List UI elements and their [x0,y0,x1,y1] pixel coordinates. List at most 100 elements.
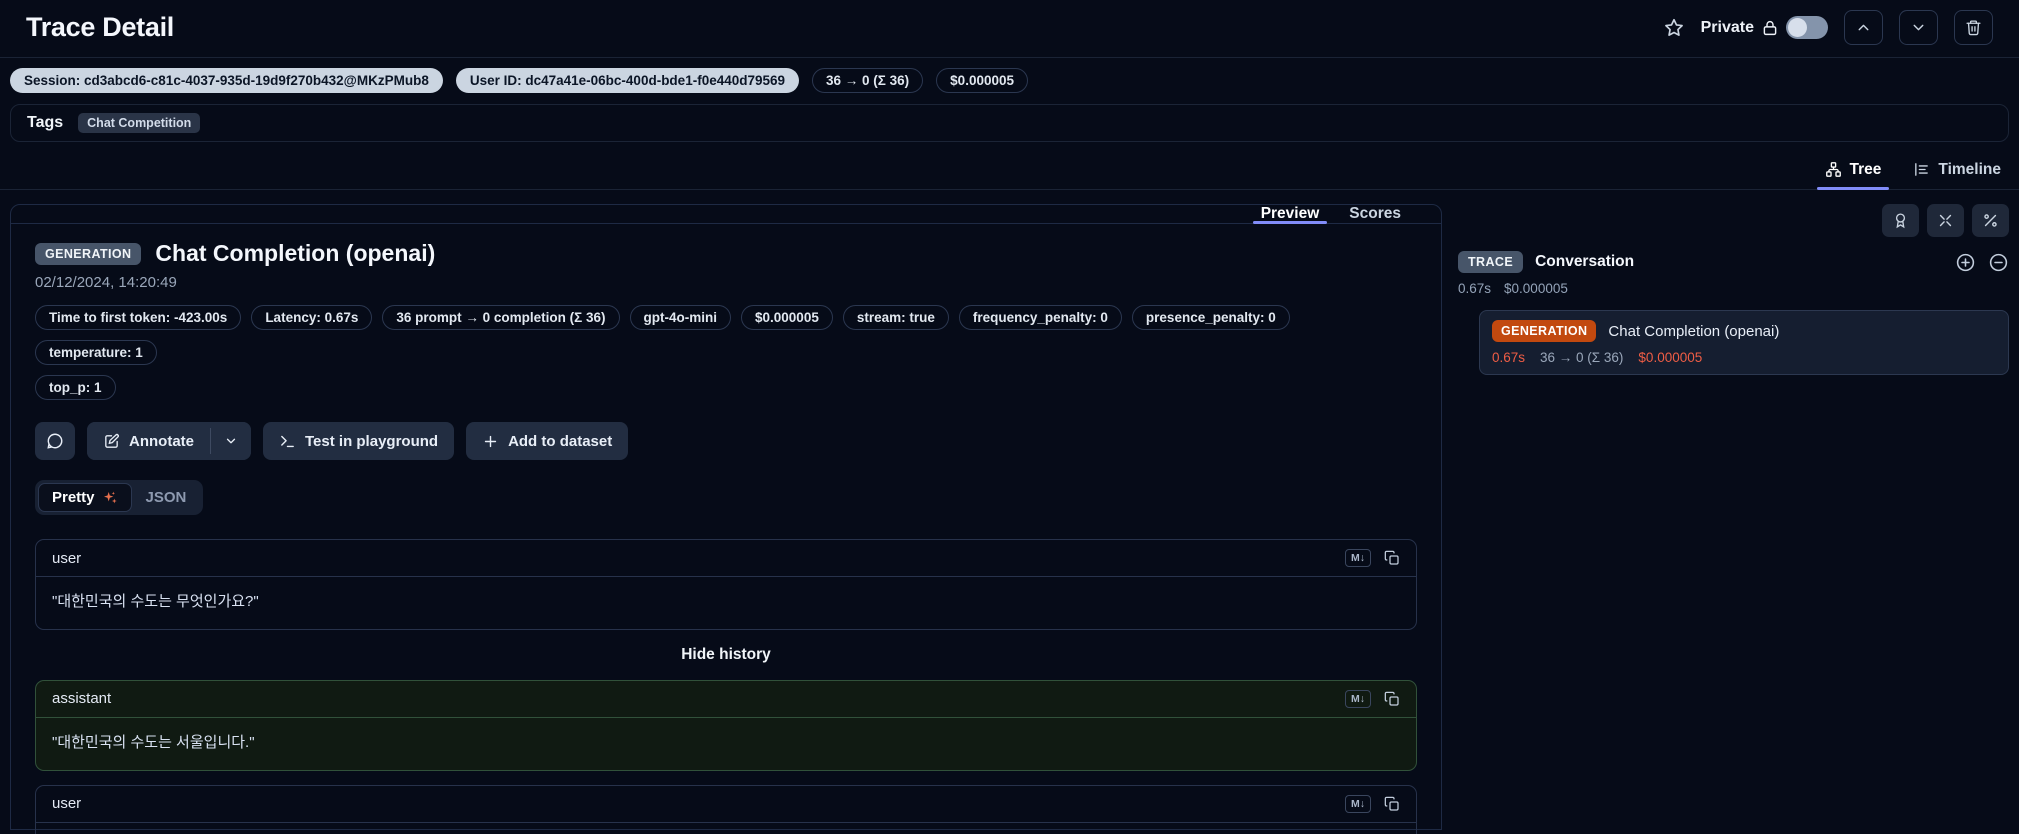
bookmark-star-icon[interactable] [1663,17,1685,39]
trace-root-row[interactable]: TRACE Conversation [1458,251,2009,273]
message-user-2: user M↓ "감사합니다 " [35,784,1417,834]
message-role: user [52,795,82,812]
comment-button[interactable] [35,422,75,460]
message-content: "대한민국의 수도는 무엇인가요?" [52,593,259,610]
annotate-label: Annotate [129,432,194,450]
collapse-all-icon-button[interactable] [1927,204,1964,237]
message-tools: M↓ [1345,689,1400,708]
format-json-button[interactable]: JSON [132,483,201,512]
trace-id-row: Session: cd3abcd6-c81c-4037-935d-19d9f27… [0,58,2019,102]
model-badge: gpt-4o-mini [629,305,732,330]
privacy-toggle[interactable] [1786,16,1828,39]
markdown-toggle-button[interactable]: M↓ [1345,794,1371,813]
hide-history-toggle[interactable]: Hide history [35,646,1417,664]
annotate-dropdown-button[interactable] [211,422,251,460]
latency-badge: Latency: 0.67s [251,305,373,330]
plus-icon [482,433,499,450]
copy-icon[interactable] [1384,691,1400,707]
observation-card: Preview Scores GENERATION Chat Completio… [10,204,1442,834]
scores-award-icon-button[interactable] [1882,204,1919,237]
trace-metrics: 0.67s $0.000005 [1458,281,2009,296]
copy-icon[interactable] [1384,796,1400,812]
sparkles-icon [102,490,118,506]
prompt-completion-badge: 36 prompt → 0 completion (Σ 36) [382,305,620,330]
message-header: assistant M↓ [36,681,1416,718]
token-usage-badge: 36 → 0 (Σ 36) [812,68,924,93]
format-pretty-button[interactable]: Pretty [38,483,132,512]
tags-bar: Tags Chat Competition [10,104,2009,142]
header-actions: Private [1663,10,1993,45]
expand-all-icon[interactable] [1955,252,1976,273]
tag-chat-competition[interactable]: Chat Competition [78,113,201,133]
message-content: "대한민국의 수도는 서울입니다." [52,733,255,751]
next-trace-button[interactable] [1899,10,1938,45]
format-json-label: JSON [145,489,187,506]
message-header: user M↓ [36,540,1416,577]
observation-actions: Annotate Test in playground Add to datas… [35,422,1417,460]
message-role: user [52,549,82,567]
collapse-icon[interactable] [1988,252,2009,273]
trace-cost: $0.000005 [1504,281,1568,296]
preview-scores-tabs: Preview Scores [11,205,1441,224]
message-gap [35,771,1417,785]
page-header: Trace Detail Private [0,0,2019,57]
test-in-playground-label: Test in playground [305,432,439,450]
tags-label: Tags [27,114,64,131]
observation-body: GENERATION Chat Completion (openai) 02/1… [11,224,1441,834]
annotate-button[interactable]: Annotate [87,422,210,460]
add-to-dataset-label: Add to dataset [508,432,613,450]
time-to-first-token-badge: Time to first token: -423.00s [35,305,242,330]
page-title: Trace Detail [26,12,174,42]
add-to-dataset-button[interactable]: Add to dataset [466,422,629,460]
observation-timestamp: 02/12/2024, 14:20:49 [35,274,177,291]
user-id-badge[interactable]: User ID: dc47a41e-06bc-400d-bde1-f0e440d… [455,68,800,93]
markdown-toggle-button[interactable]: M↓ [1345,689,1371,708]
test-in-playground-button[interactable]: Test in playground [263,422,455,460]
trace-latency: 0.67s [1458,281,1492,296]
tab-scores-label: Scores [1349,205,1401,222]
terminal-icon [279,433,296,450]
trace-type-badge: TRACE [1458,251,1524,273]
format-pretty-label: Pretty [52,489,95,506]
copy-icon[interactable] [1384,550,1400,566]
message-user-1: user M↓ "대한민국의 수도는 무엇인가요?" [35,539,1417,630]
markdown-toggle-button[interactable]: M↓ [1345,549,1371,567]
trace-title: Conversation [1535,253,1635,270]
meta-badges-row-2: top_p: 1 [35,375,1417,400]
generation-item-metrics: 0.67s 36 → 0 (Σ 36) $0.000005 [1492,350,1996,365]
tab-timeline[interactable]: Timeline [1911,150,2003,189]
generation-item-title: Chat Completion (openai) [1608,322,1780,340]
generation-cost: $0.000005 [1638,350,1703,365]
tab-preview[interactable]: Preview [1252,205,1327,224]
generation-tokens: 36 → 0 (Σ 36) [1540,350,1624,365]
format-toggle: Pretty JSON [35,480,204,515]
main-content: Preview Scores GENERATION Chat Completio… [0,190,2019,834]
metrics-percent-icon-button[interactable] [1972,204,2009,237]
delete-trace-button[interactable] [1954,10,1993,45]
message-tools: M↓ [1345,794,1400,813]
trace-tree-panel: TRACE Conversation 0.67s $0.000005 GENER… [1458,204,2009,830]
tree-generation-item[interactable]: GENERATION Chat Completion (openai) 0.67… [1479,310,2009,375]
tree-controls [1458,204,2009,237]
generation-badge: GENERATION [1492,320,1597,342]
tab-preview-label: Preview [1260,205,1320,222]
tab-timeline-label: Timeline [1938,160,2001,178]
generation-item-header: GENERATION Chat Completion (openai) [1492,320,1996,342]
session-badge[interactable]: Session: cd3abcd6-c81c-4037-935d-19d9f27… [10,68,443,93]
message-list: user M↓ "대한민국의 수도는 무엇인가요?" Hide history … [35,539,1417,834]
message-assistant: assistant M↓ "대한민국의 수도는 서울입니다." [35,679,1417,771]
generation-latency: 0.67s [1492,350,1526,365]
observation-header: GENERATION Chat Completion (openai) [35,240,1417,267]
privacy-control: Private [1701,16,1828,39]
toggle-knob [1788,18,1807,37]
top-p-badge: top_p: 1 [35,375,116,400]
annotate-split-button: Annotate [87,422,251,460]
view-switcher: Tree Timeline [0,150,2019,190]
generation-type-badge: GENERATION [35,242,142,265]
prev-trace-button[interactable] [1844,10,1883,45]
tab-scores[interactable]: Scores [1349,205,1401,223]
tab-tree[interactable]: Tree [1816,150,1890,190]
frequency-penalty-badge: frequency_penalty: 0 [958,305,1122,330]
lock-icon [1761,19,1779,37]
message-tools: M↓ [1345,549,1400,567]
